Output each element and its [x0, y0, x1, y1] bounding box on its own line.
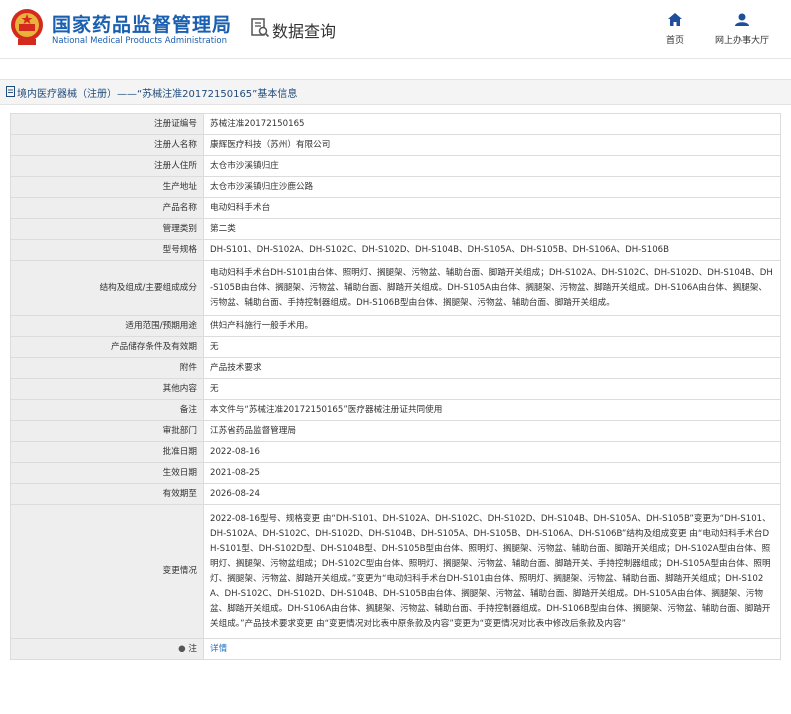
- table-row: 附件 产品技术要求: [10, 357, 781, 379]
- row-value: 电动妇科手术台DH-S101由台体、照明灯、搁腿架、污物盆、辅助台面、脚踏开关组…: [203, 260, 781, 316]
- table-row: 批准日期 2022-08-16: [10, 441, 781, 463]
- details-link[interactable]: 详情: [210, 644, 227, 654]
- row-label: 注册人住所: [10, 155, 204, 177]
- detail-title: 境内医疗器械（注册）——“苏械注准20172150165”基本信息: [17, 89, 298, 100]
- brand-name-cn: 国家药品监督管理局: [52, 14, 233, 36]
- row-label: 生产地址: [10, 176, 204, 198]
- header-divider: [0, 58, 791, 59]
- table-row: 产品储存条件及有效期无: [10, 336, 781, 358]
- nav-home-link[interactable]: 首页: [640, 13, 710, 46]
- site-header: 国家药品监督管理局 National Medical Products Admi…: [0, 0, 791, 78]
- nav-home-label: 首页: [665, 36, 684, 46]
- user-icon: [735, 13, 749, 26]
- row-label: 注册人名称: [10, 134, 204, 156]
- registration-detail-table: 注册证编号 苏械注准20172150165 注册人名称 康辉医疗科技（苏州）有限公司注…: [10, 113, 781, 660]
- nav-online-office-link[interactable]: 网上办事大厅: [707, 13, 777, 46]
- row-label: 批准日期: [10, 441, 204, 463]
- row-label: 生效日期: [10, 462, 204, 484]
- row-value: 康辉医疗科技（苏州）有限公司: [203, 134, 781, 156]
- pin-icon: ●: [178, 643, 186, 654]
- document-icon: [6, 86, 15, 97]
- row-value: 2022-08-16: [203, 441, 781, 463]
- detail-table-body: 注册证编号 苏械注准20172150165 注册人名称 康辉医疗科技（苏州）有限公司注…: [10, 113, 781, 660]
- row-value: 无: [203, 378, 781, 400]
- detail-title-bar: 境内医疗器械（注册）——“苏械注准20172150165”基本信息: [0, 79, 791, 105]
- row-value: DH-S101、DH-S102A、DH-S102C、DH-S102D、DH-S1…: [203, 239, 781, 261]
- nav-online-office-label: 网上办事大厅: [714, 36, 769, 46]
- national-emblem-icon: [11, 9, 43, 45]
- table-row: 适用范围/预期用途 供妇产科施行一般手术用。: [10, 315, 781, 337]
- row-value: 2021-08-25: [203, 462, 781, 484]
- note-label-cell: ● 注: [10, 638, 204, 660]
- row-label: 附件: [10, 357, 204, 379]
- row-value: 无: [203, 336, 781, 358]
- row-label: 变更情况: [10, 504, 204, 639]
- row-label: 注册证编号: [10, 113, 204, 135]
- row-label: 结构及组成/主要组成成分: [10, 260, 204, 316]
- table-row: 有效期至 2026-08-24: [10, 483, 781, 505]
- row-label: 产品储存条件及有效期: [10, 336, 204, 358]
- row-value: 太仓市沙溪镇归庄沙鹿公路: [203, 176, 781, 198]
- row-label: 备注: [10, 399, 204, 421]
- note-value-cell: 详情: [203, 638, 781, 660]
- row-label: 审批部门: [10, 420, 204, 442]
- table-row: 备注 本文件与“苏械注准20172150165”医疗器械注册证共同使用: [10, 399, 781, 421]
- row-value: 产品技术要求: [203, 357, 781, 379]
- row-label: 管理类别: [10, 218, 204, 240]
- table-row: 注册人住所 太仓市沙溪镇归庄: [10, 155, 781, 177]
- row-value: 第二类: [203, 218, 781, 240]
- row-label: 产品名称: [10, 197, 204, 219]
- table-row-note: ● 注详情: [10, 638, 781, 660]
- table-row: 结构及组成/主要组成成分 电动妇科手术台DH-S101由台体、照明灯、搁腿架、污物…: [10, 260, 781, 316]
- table-row: 型号规格 DH-S101、DH-S102A、DH-S102C、DH-S102D、D…: [10, 239, 781, 261]
- table-row: 审批部门 江苏省药品监督管理局: [10, 420, 781, 442]
- row-value: 2026-08-24: [203, 483, 781, 505]
- row-value: 苏械注准20172150165: [203, 113, 781, 135]
- table-row: 注册证编号 苏械注准20172150165: [10, 113, 781, 135]
- table-row: 变更情况 2022-08-16型号、规格变更 由“DH-S101、DH-S102A…: [10, 504, 781, 639]
- note-label: 注: [188, 643, 197, 654]
- row-value: 太仓市沙溪镇归庄: [203, 155, 781, 177]
- row-value: 供妇产科施行一般手术用。: [203, 315, 781, 337]
- table-row: 管理类别 第二类: [10, 218, 781, 240]
- row-value: 2022-08-16型号、规格变更 由“DH-S101、DH-S102A、DH-…: [203, 504, 781, 639]
- table-row: 其他内容无: [10, 378, 781, 400]
- row-label: 型号规格: [10, 239, 204, 261]
- row-label: 适用范围/预期用途: [10, 315, 204, 337]
- brand-name-en: National Medical Products Administration: [52, 36, 227, 46]
- data-query-icon: [251, 18, 270, 38]
- row-label: 其他内容: [10, 378, 204, 400]
- table-row: 产品名称 电动妇科手术台: [10, 197, 781, 219]
- page-title: 数据查询: [272, 22, 337, 41]
- table-row: 生产地址 太仓市沙溪镇归庄沙鹿公路: [10, 176, 781, 198]
- row-value: 本文件与“苏械注准20172150165”医疗器械注册证共同使用: [203, 399, 781, 421]
- table-row: 注册人名称 康辉医疗科技（苏州）有限公司: [10, 134, 781, 156]
- row-value: 江苏省药品监督管理局: [203, 420, 781, 442]
- table-row: 生效日期 2021-08-25: [10, 462, 781, 484]
- home-icon: [668, 13, 682, 26]
- row-value: 电动妇科手术台: [203, 197, 781, 219]
- row-label: 有效期至: [10, 483, 204, 505]
